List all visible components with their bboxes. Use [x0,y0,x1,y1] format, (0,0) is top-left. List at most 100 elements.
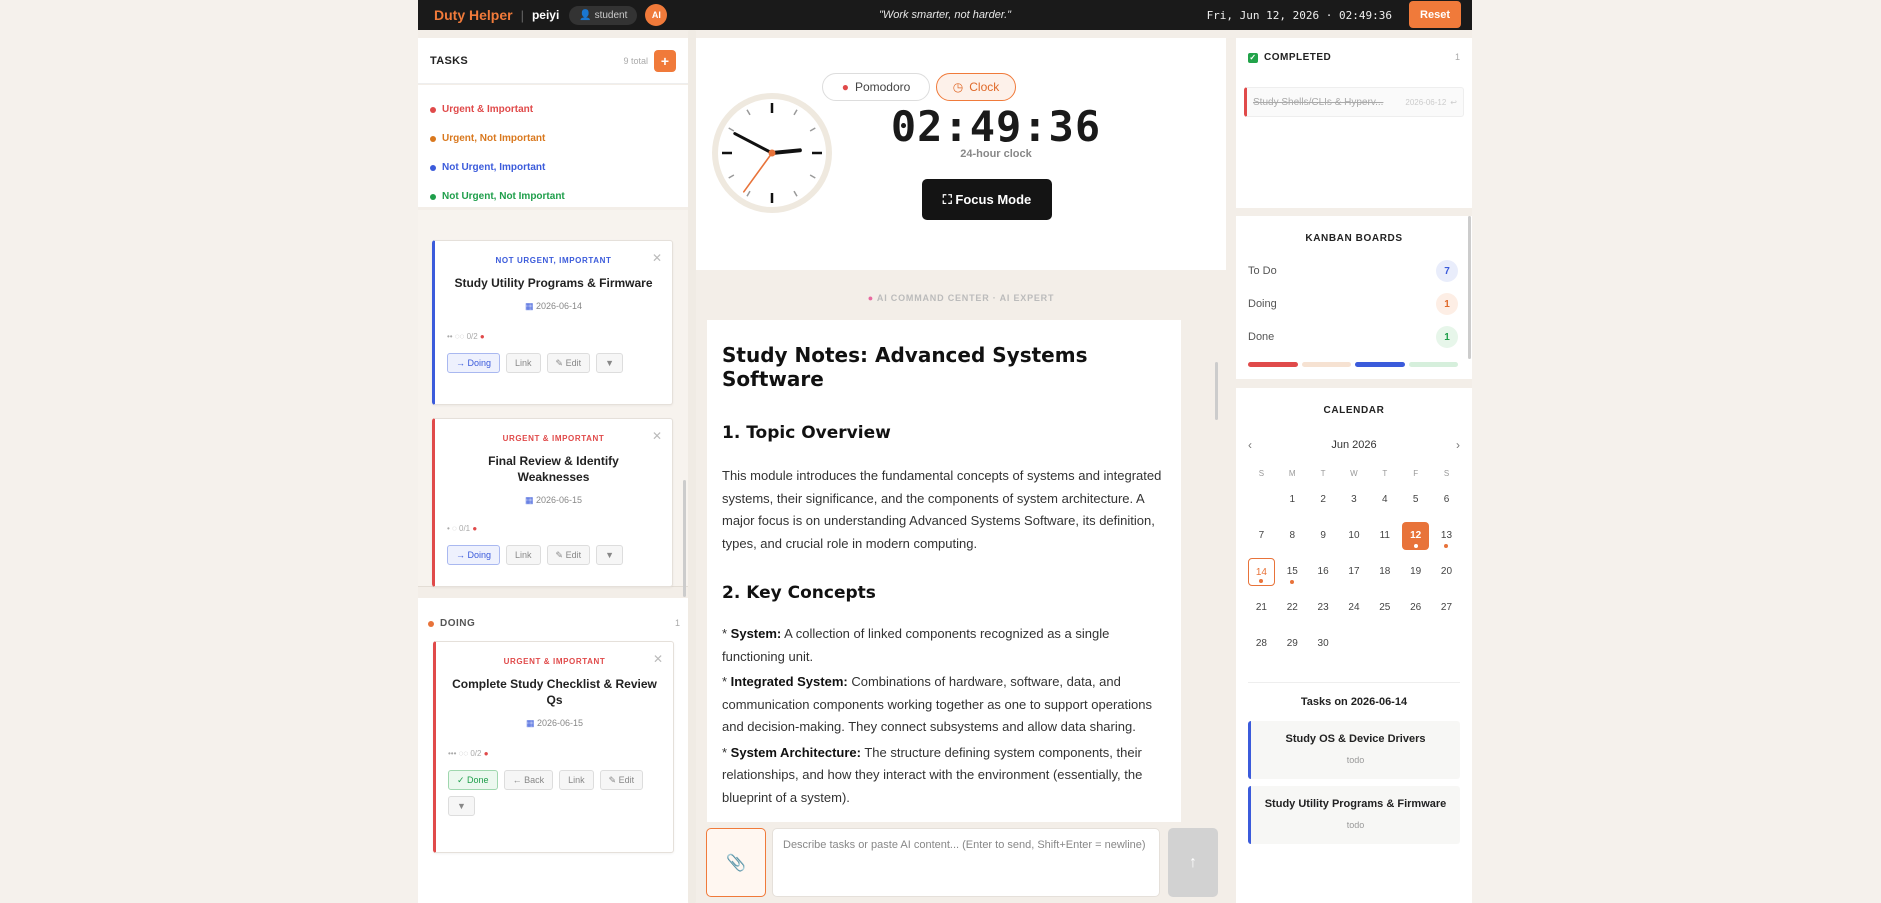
expand-button[interactable]: ▼ [448,796,475,816]
kanban-board-doing[interactable]: Doing 1 [1248,293,1458,315]
day-task-item[interactable]: Study Utility Programs & Firmware todo [1248,786,1460,844]
day-task-item[interactable]: Study OS & Device Drivers todo [1248,721,1460,779]
calendar-day[interactable]: 21 [1246,594,1277,622]
calendar-day[interactable]: 2 [1308,486,1339,514]
notes-scrollbar[interactable] [1215,362,1218,420]
task-card[interactable]: URGENT & IMPORTANT ✕ Final Review & Iden… [432,418,673,587]
task-title: Complete Study Checklist & Review Qs [452,677,657,707]
clock-tab[interactable]: ◷ Clock [936,73,1016,101]
kanban-board-todo[interactable]: To Do 7 [1248,260,1458,282]
edit-button[interactable]: ✎ Edit [546,353,591,373]
completed-panel: ✓ COMPLETED 1 Study Shells/CLIs & Hyperv.… [1236,38,1472,208]
digital-clock: 02:49:36 [890,102,1102,151]
task-card[interactable]: NOT URGENT, IMPORTANT ✕ Study Utility Pr… [432,240,673,405]
pomodoro-tab[interactable]: ● Pomodoro [822,73,930,101]
link-button[interactable]: Link [559,770,594,790]
next-month-button[interactable]: › [1456,438,1460,452]
doing-label-text: DOING [440,618,476,629]
close-icon[interactable]: ✕ [652,429,662,443]
calendar-divider [1248,682,1460,683]
calendar-day[interactable]: 8 [1277,522,1308,550]
role-badge[interactable]: 👤 student [569,5,638,25]
calendar-day[interactable]: 30 [1308,630,1339,658]
expand-button[interactable]: ▼ [596,353,624,373]
task-card[interactable]: URGENT & IMPORTANT ✕ Complete Study Chec… [433,641,674,853]
tomato-icon: ● [483,749,489,758]
legend-item-urgent-important[interactable]: Urgent & Important [430,95,676,124]
calendar-day[interactable]: 22 [1277,594,1308,622]
calendar-day[interactable]: 9 [1308,522,1339,550]
calendar-day[interactable]: 26 [1400,594,1431,622]
reset-button[interactable]: Reset [1409,1,1461,28]
kanban-board-label: Done [1248,331,1275,343]
calendar-day[interactable]: 17 [1339,558,1370,586]
completed-count: 1 [1454,52,1460,62]
calendar-day[interactable]: 10 [1339,522,1370,550]
attach-button[interactable]: 📎 [706,828,766,897]
calendar-day[interactable]: 19 [1400,558,1431,586]
close-icon[interactable]: ✕ [652,251,662,265]
expand-button[interactable]: ▼ [596,545,624,565]
link-button[interactable]: Link [506,353,541,373]
completed-task[interactable]: Study Shells/CLIs & Hyperv... 2026-06-12… [1244,87,1464,117]
legend-item-urgent-not-important[interactable]: Urgent, Not Important [430,124,676,153]
task-category: URGENT & IMPORTANT [503,657,606,666]
calendar-day[interactable]: 27 [1431,594,1462,622]
edit-button[interactable]: ✎ Edit [546,545,591,565]
calendar-day[interactable]: 12 [1402,522,1430,550]
calendar-empty-cell [1431,630,1462,658]
move-doing-button[interactable]: → Doing [447,353,501,373]
username: peiyi [531,8,560,22]
tasks-header: TASKS 9 total + [418,38,688,84]
back-button[interactable]: ← Back [503,770,554,790]
move-doing-button[interactable]: → Doing [447,545,501,565]
task-actions: → Doing Link ✎ Edit ▼ [447,545,660,565]
calendar-day[interactable]: 5 [1400,486,1431,514]
tasks-column: TASKS 9 total + Urgent & Important Urgen… [418,30,688,903]
calendar-day[interactable]: 28 [1246,630,1277,658]
calendar-day[interactable]: 7 [1246,522,1277,550]
calendar-grid: S M T W T F S 1 2 3 4 5 6 7 8 9 10 11 12 13 14 15 16 17 18 19 20 21… [1246,466,1462,662]
calendar-day[interactable]: 15 [1277,558,1308,586]
calendar-day[interactable]: 20 [1431,558,1462,586]
undo-icon[interactable]: ↩ [1450,98,1457,107]
calendar-day[interactable]: 3 [1339,486,1370,514]
kanban-board-done[interactable]: Done 1 [1248,326,1458,348]
focus-mode-button[interactable]: ⛶ Focus Mode [922,179,1052,220]
send-button[interactable]: ↑ [1168,828,1218,897]
calendar-empty-cell [1369,630,1400,658]
task-list-scrollbar[interactable] [683,480,686,597]
ai-avatar[interactable]: AI [645,4,668,26]
subtask-progress: • ◌ 0/1 ● [447,524,660,533]
calendar-day[interactable]: 6 [1431,486,1462,514]
calendar-day[interactable]: 24 [1339,594,1370,622]
calendar-day[interactable]: 4 [1369,486,1400,514]
calendar-day[interactable]: 23 [1308,594,1339,622]
notes-title: Study Notes: Advanced Systems Software [722,343,1088,391]
close-icon[interactable]: ✕ [653,652,663,666]
edit-button[interactable]: ✎ Edit [599,770,644,790]
task-date: ▦ 2026-06-15 [436,718,673,729]
calendar-day[interactable]: 13 [1431,522,1462,550]
ai-command-center-header: ● AI COMMAND CENTER · AI EXPERT [696,293,1226,303]
link-button[interactable]: Link [506,545,541,565]
calendar-day[interactable]: 29 [1277,630,1308,658]
calendar-day[interactable]: 14 [1248,558,1275,586]
calendar-day[interactable]: 1 [1277,486,1308,514]
legend-item-not-urgent-important[interactable]: Not Urgent, Important [430,153,676,182]
calendar-day[interactable]: 25 [1369,594,1400,622]
legend-dot [430,106,436,113]
legend-item-not-urgent-not-important[interactable]: Not Urgent, Not Important [430,182,676,211]
calendar-panel: CALENDAR ‹ Jun 2026 › S M T W T F S 1 2 3 4 5 6 7 8 9 10… [1236,388,1472,903]
todo-task-list[interactable]: NOT URGENT, IMPORTANT ✕ Study Utility Pr… [418,210,688,597]
add-task-button[interactable]: + [654,49,676,72]
calendar-day[interactable]: 16 [1308,558,1339,586]
calendar-day[interactable]: 18 [1369,558,1400,586]
kanban-scrollbar[interactable] [1468,216,1471,359]
calendar-day[interactable]: 11 [1369,522,1400,550]
calendar-weekday-row: SMTWTFS [1246,466,1462,482]
done-button[interactable]: ✓ Done [448,770,498,790]
ai-header-label: AI COMMAND CENTER · AI EXPERT [876,293,1055,303]
calendar-week-row: 14 15 16 17 18 19 20 [1246,554,1462,590]
ai-prompt-input[interactable]: Describe tasks or paste AI content... (E… [772,828,1160,897]
